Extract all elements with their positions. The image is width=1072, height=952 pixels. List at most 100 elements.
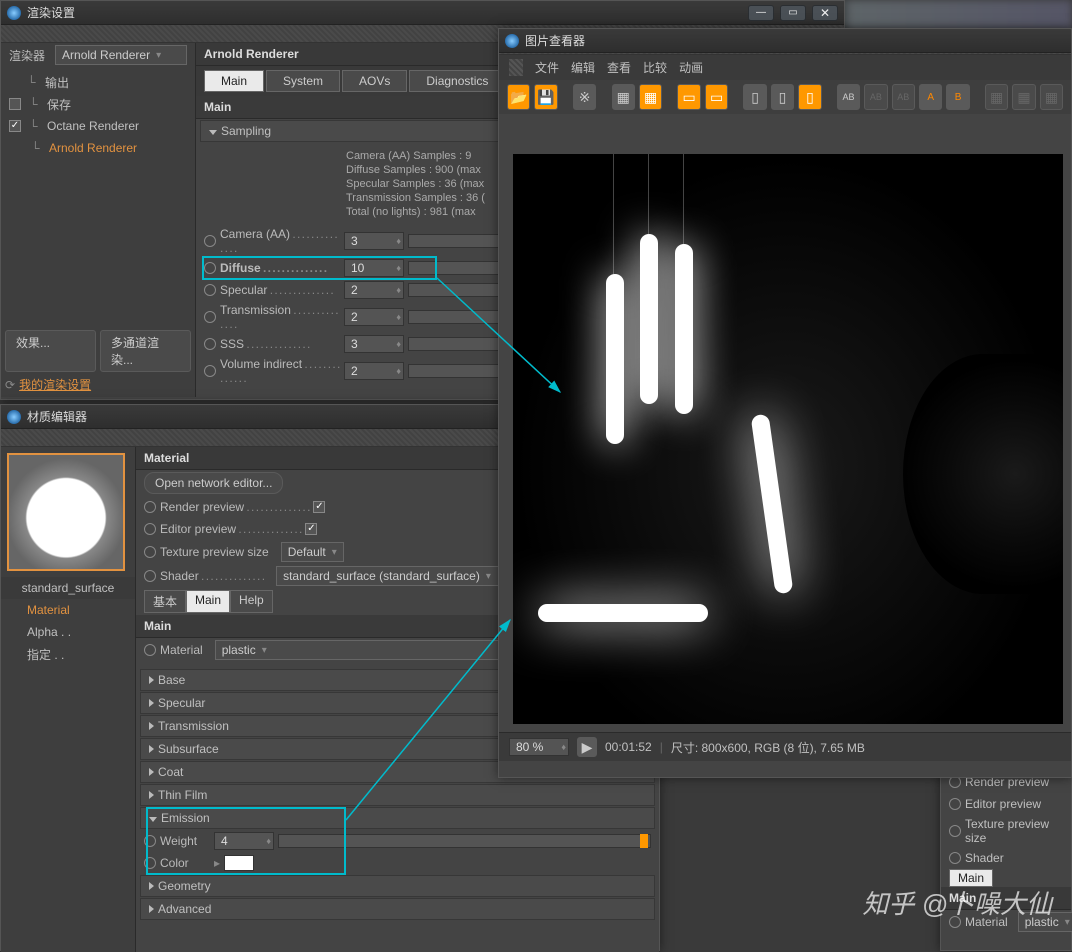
tool-folder-open-icon[interactable]: 📂: [507, 84, 530, 110]
material-name[interactable]: standard_surface: [1, 577, 135, 599]
tab-main[interactable]: Main: [204, 70, 264, 92]
nav-assign[interactable]: 指定 . .: [27, 646, 64, 663]
picture-viewer-toolbar: 📂 💾 ※ ▦ ▦ ▭ ▭ ▯ ▯ ▯ AB AB AB A B ▦ ▦ ▦: [499, 80, 1071, 114]
radio-diffuse[interactable]: [204, 262, 216, 274]
tree-arnold[interactable]: Arnold Renderer: [49, 141, 137, 155]
tool-doc1-icon[interactable]: ▭: [677, 84, 700, 110]
time-display: 00:01:52: [605, 740, 652, 754]
menu-anim[interactable]: 动画: [679, 59, 703, 76]
tree-output[interactable]: 输出: [45, 74, 69, 91]
field-weight[interactable]: 4♦: [214, 832, 274, 850]
tab-system[interactable]: System: [266, 70, 340, 92]
field-volume[interactable]: 2♦: [344, 362, 404, 380]
field-sss[interactable]: 3♦: [344, 335, 404, 353]
radio-sss[interactable]: [204, 338, 216, 350]
tool-save-icon[interactable]: 💾: [534, 84, 557, 110]
app-icon: [7, 6, 21, 20]
open-network-button[interactable]: Open network editor...: [144, 472, 283, 494]
render-viewport[interactable]: [513, 154, 1063, 724]
menu-file[interactable]: 文件: [535, 59, 559, 76]
tool-misc3-icon[interactable]: ▦: [1040, 84, 1063, 110]
check-editor-prev[interactable]: [305, 523, 317, 535]
color-swatch[interactable]: [224, 855, 254, 871]
maximize-button[interactable]: ▭: [780, 5, 806, 21]
menu-edit[interactable]: 编辑: [571, 59, 595, 76]
picture-viewer-statusbar: 80 %♦ ▶ 00:01:52 | 尺寸: 800x600, RGB (8 位…: [499, 732, 1071, 761]
radio-camera[interactable]: [204, 235, 216, 247]
multipass-button[interactable]: 多通道渲染...: [100, 330, 191, 372]
lbl-diffuse: Diffuse: [220, 261, 340, 275]
tab-aovs[interactable]: AOVs: [342, 70, 407, 92]
lbl-weight: Weight: [160, 834, 210, 848]
nav-material[interactable]: Material: [27, 603, 70, 617]
radio-shader[interactable]: [144, 570, 156, 582]
radio-editor-prev[interactable]: [144, 523, 156, 535]
zoom-field[interactable]: 80 %♦: [509, 738, 569, 756]
menu-view[interactable]: 查看: [607, 59, 631, 76]
radio-transmission[interactable]: [204, 311, 216, 323]
renderer-label: 渲染器: [9, 47, 45, 64]
picture-viewer-title: 图片查看器: [525, 32, 1065, 49]
subtab-basic[interactable]: 基本: [144, 590, 186, 613]
bg-material-lbl: Material: [965, 915, 1008, 929]
tool-layers1-icon[interactable]: ▯: [743, 84, 766, 110]
tool-misc2-icon[interactable]: ▦: [1012, 84, 1035, 110]
tool-ab3-icon[interactable]: AB: [892, 84, 915, 110]
tool-ab1-icon[interactable]: AB: [837, 84, 860, 110]
save-check[interactable]: [9, 98, 21, 110]
render-settings-title: 渲染设置: [27, 4, 748, 21]
radio-material-type[interactable]: [144, 644, 156, 656]
tool-ab2-icon[interactable]: AB: [864, 84, 887, 110]
radio-volume[interactable]: [204, 365, 216, 377]
subtab-main[interactable]: Main: [186, 590, 230, 613]
check-render-prev[interactable]: [313, 501, 325, 513]
lbl-material-type: Material: [160, 643, 203, 657]
close-button[interactable]: ✕: [812, 5, 838, 21]
minimize-button[interactable]: —: [748, 5, 774, 21]
radio-color[interactable]: [144, 857, 156, 869]
field-diffuse[interactable]: 10♦: [344, 259, 404, 277]
menu-compare[interactable]: 比较: [643, 59, 667, 76]
renderer-dropdown[interactable]: Arnold Renderer: [55, 45, 187, 65]
radio-specular[interactable]: [204, 284, 216, 296]
radio-render-prev[interactable]: [144, 501, 156, 513]
slider-weight[interactable]: [278, 834, 651, 848]
dropdown-tex-prev[interactable]: Default: [281, 542, 344, 562]
tree-save[interactable]: 保存: [47, 96, 71, 113]
tool-grid2-icon[interactable]: ▦: [639, 84, 662, 110]
lbl-render-prev: Render preview: [160, 500, 309, 514]
tool-misc1-icon[interactable]: ▦: [985, 84, 1008, 110]
grip-icon: [509, 59, 523, 76]
tool-fx-icon[interactable]: ※: [573, 84, 596, 110]
tab-diagnostics[interactable]: Diagnostics: [409, 70, 505, 92]
tool-layers3-icon[interactable]: ▯: [798, 84, 821, 110]
lbl-volume: Volume indirect: [220, 357, 340, 385]
section-thinfilm[interactable]: Thin Film: [140, 784, 655, 806]
tool-a-icon[interactable]: A: [919, 84, 942, 110]
material-preview[interactable]: [7, 453, 125, 571]
my-render-settings[interactable]: 我的渲染设置: [19, 378, 91, 392]
tool-grid-icon[interactable]: ▦: [612, 84, 635, 110]
nav-alpha[interactable]: Alpha . .: [27, 625, 71, 639]
render-settings-titlebar[interactable]: 渲染设置 — ▭ ✕: [1, 1, 844, 25]
subtab-help[interactable]: Help: [230, 590, 273, 613]
tool-doc2-icon[interactable]: ▭: [705, 84, 728, 110]
section-geometry[interactable]: Geometry: [140, 875, 655, 897]
lbl-tex-prev: Texture preview size: [160, 545, 269, 559]
picture-viewer-titlebar[interactable]: 图片查看器: [499, 29, 1071, 53]
effects-button[interactable]: 效果...: [5, 330, 96, 372]
field-transmission[interactable]: 2♦: [344, 308, 404, 326]
section-advanced[interactable]: Advanced: [140, 898, 655, 920]
radio-tex-prev[interactable]: [144, 546, 156, 558]
bg-shader: Shader: [965, 851, 1004, 865]
radio-icon: [949, 916, 961, 928]
octane-check[interactable]: [9, 120, 21, 132]
radio-weight[interactable]: [144, 835, 156, 847]
tool-b-icon[interactable]: B: [946, 84, 969, 110]
tool-layers2-icon[interactable]: ▯: [771, 84, 794, 110]
field-specular[interactable]: 2♦: [344, 281, 404, 299]
field-camera[interactable]: 3♦: [344, 232, 404, 250]
tree-octane[interactable]: Octane Renderer: [47, 119, 139, 133]
section-emission[interactable]: Emission: [140, 807, 655, 829]
play-button[interactable]: ▶: [577, 737, 597, 757]
